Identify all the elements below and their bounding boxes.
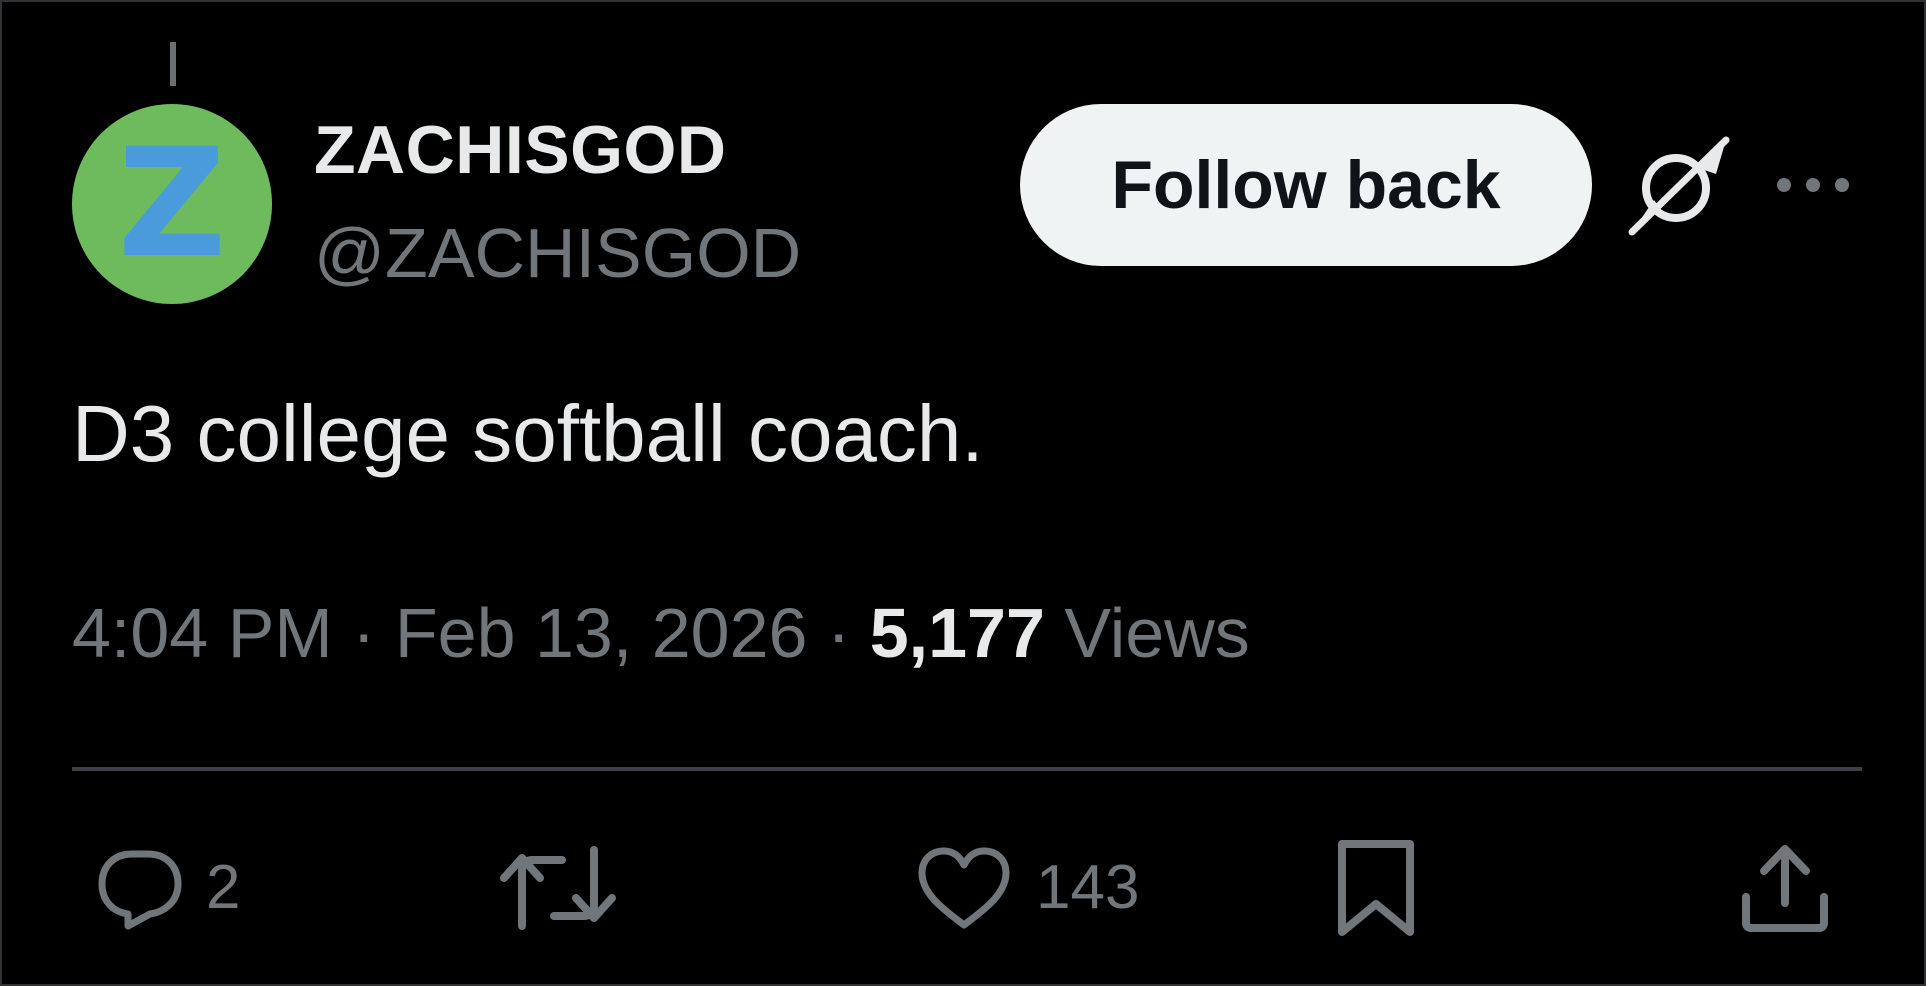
retweet-button[interactable] xyxy=(500,838,640,938)
like-button[interactable]: 143 xyxy=(916,838,1139,938)
post-text: D3 college softball coach. xyxy=(72,389,984,478)
author-display-name[interactable]: ZACHISGOD xyxy=(314,116,727,184)
bookmark-button[interactable] xyxy=(1336,838,1416,938)
meta-separator: · xyxy=(826,594,851,672)
views-label: Views xyxy=(1064,594,1250,672)
reply-icon xyxy=(98,850,182,930)
post-time[interactable]: 4:04 PM xyxy=(72,594,333,672)
bookmark-icon xyxy=(1338,840,1414,936)
more-icon[interactable] xyxy=(1776,165,1850,205)
avatar-letter: Z xyxy=(117,117,227,291)
thread-connector-line xyxy=(170,42,176,86)
grok-icon[interactable] xyxy=(1628,134,1730,236)
retweet-icon xyxy=(500,846,616,930)
share-icon xyxy=(1742,845,1828,932)
share-button[interactable] xyxy=(1740,838,1830,938)
divider xyxy=(72,767,1862,771)
post-date[interactable]: Feb 13, 2026 xyxy=(395,594,808,672)
author-handle[interactable]: @ZACHISGOD xyxy=(314,218,801,288)
heart-icon xyxy=(918,847,1010,929)
views-count: 5,177 xyxy=(869,594,1045,672)
post-metadata: 4:04 PM · Feb 13, 2026 · 5,177 Views xyxy=(72,598,1250,668)
follow-back-button[interactable]: Follow back xyxy=(1020,104,1592,266)
like-count: 143 xyxy=(1036,853,1140,922)
meta-separator: · xyxy=(352,594,376,672)
avatar[interactable]: Z xyxy=(72,104,272,304)
reply-button[interactable]: 2 xyxy=(98,838,240,938)
reply-count: 2 xyxy=(206,853,241,922)
